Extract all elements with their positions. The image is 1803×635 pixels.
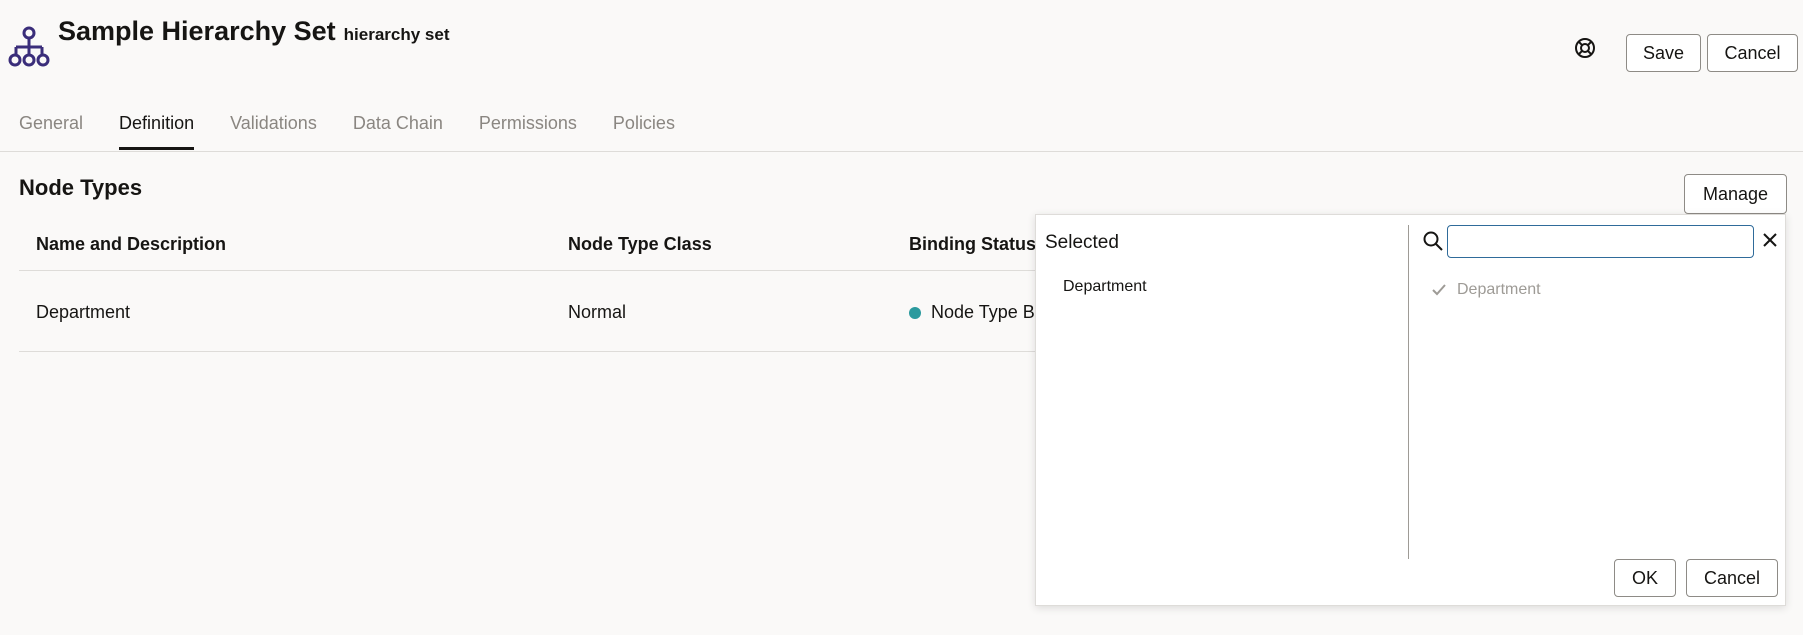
binding-status-text: Node Type Bo xyxy=(931,302,1045,322)
manage-popup: Selected Department Department OK Cancel xyxy=(1035,214,1786,606)
tab-permissions[interactable]: Permissions xyxy=(479,108,577,150)
page-title: Sample Hierarchy Set xyxy=(58,16,336,46)
section-title: Node Types xyxy=(19,175,143,200)
manage-button[interactable]: Manage xyxy=(1684,174,1787,214)
search-input[interactable] xyxy=(1447,225,1754,258)
cell-class: Normal xyxy=(568,302,627,322)
row-divider xyxy=(19,351,1039,352)
close-icon[interactable] xyxy=(1761,231,1779,249)
save-button[interactable]: Save xyxy=(1626,34,1701,72)
checkmark-icon xyxy=(1432,284,1446,296)
search-icon xyxy=(1423,231,1443,251)
tab-data-chain[interactable]: Data Chain xyxy=(353,108,443,150)
cell-name: Department xyxy=(36,302,131,322)
tab-bar: General Definition Validations Data Chai… xyxy=(19,108,711,150)
tab-general[interactable]: General xyxy=(19,108,83,150)
result-item[interactable]: Department xyxy=(1431,281,1541,299)
page-title-group: Sample Hierarchy Set hierarchy set xyxy=(58,16,449,47)
column-header-class[interactable]: Node Type Class xyxy=(568,234,712,255)
cell-binding: Node Type Bo xyxy=(909,302,1045,323)
result-item-label: Department xyxy=(1457,281,1541,298)
column-header-binding[interactable]: Binding Status xyxy=(909,234,1036,255)
help-lifebuoy-icon[interactable] xyxy=(1573,36,1597,60)
selected-item[interactable]: Department xyxy=(1063,278,1147,296)
tab-validations[interactable]: Validations xyxy=(230,108,317,150)
header-divider xyxy=(19,270,1039,271)
column-header-name[interactable]: Name and Description xyxy=(36,234,226,255)
status-dot-icon xyxy=(909,306,921,319)
page-subtitle: hierarchy set xyxy=(343,25,450,44)
tab-divider xyxy=(0,151,1803,152)
selected-title: Selected xyxy=(1045,232,1119,253)
tab-definition[interactable]: Definition xyxy=(119,108,195,150)
popup-cancel-button[interactable]: Cancel xyxy=(1686,559,1778,597)
cancel-button[interactable]: Cancel xyxy=(1707,34,1798,72)
tab-policies[interactable]: Policies xyxy=(613,108,675,150)
hierarchy-icon xyxy=(8,26,50,67)
popup-divider xyxy=(1408,225,1409,559)
ok-button[interactable]: OK xyxy=(1614,559,1676,597)
